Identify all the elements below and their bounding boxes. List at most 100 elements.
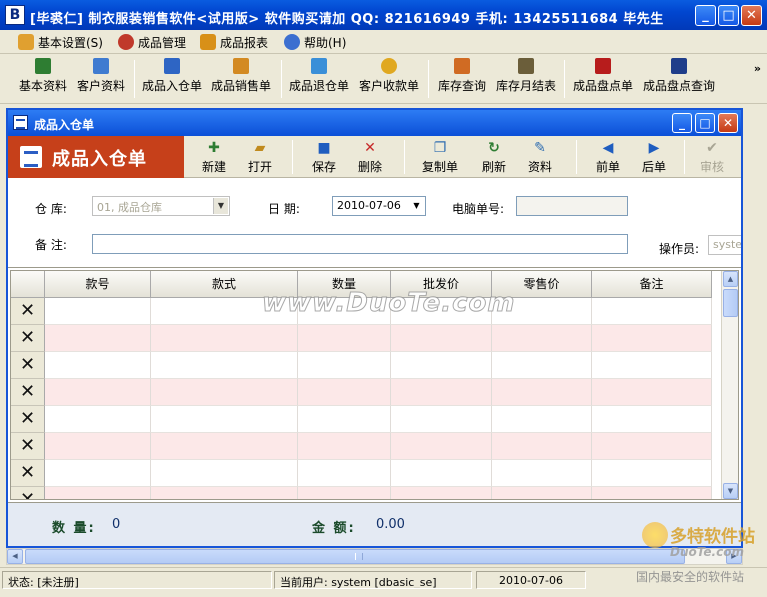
table-cell[interactable] — [592, 379, 712, 406]
window-title-bar[interactable]: B [毕裘仁] 制衣服装销售软件<试用版> 软件购买请加 QQ: 8216169… — [0, 0, 767, 30]
toolbar-inventory-count-query[interactable]: 成品盘点查询 — [640, 58, 718, 102]
table-cell[interactable] — [151, 460, 298, 487]
table-cell[interactable] — [391, 325, 492, 352]
table-cell[interactable] — [298, 352, 391, 379]
table-cell[interactable] — [592, 352, 712, 379]
delete-row-icon[interactable]: ✕ — [11, 460, 45, 487]
table-row[interactable]: ✕ — [11, 460, 712, 487]
table-cell[interactable] — [391, 298, 492, 325]
table-cell[interactable] — [391, 406, 492, 433]
table-cell[interactable] — [492, 352, 592, 379]
toolbar-product-inbound[interactable]: 成品入仓单 — [140, 58, 204, 102]
document-title-bar[interactable]: 成品入仓单 _ □ ✕ — [8, 110, 741, 136]
table-cell[interactable] — [298, 298, 391, 325]
table-cell[interactable] — [492, 433, 592, 460]
remark-input[interactable] — [92, 234, 628, 254]
table-cell[interactable] — [151, 352, 298, 379]
table-row[interactable]: ✕ — [11, 298, 712, 325]
scroll-thumb[interactable] — [723, 289, 738, 317]
table-cell[interactable] — [391, 487, 492, 499]
chevron-down-icon[interactable]: ▼ — [409, 198, 424, 214]
table-cell[interactable] — [391, 460, 492, 487]
table-cell[interactable] — [45, 487, 151, 499]
approve-button[interactable]: ✔ 审核 — [692, 139, 732, 175]
data-button[interactable]: ✎ 资料 — [520, 139, 560, 175]
table-cell[interactable] — [45, 460, 151, 487]
table-cell[interactable] — [45, 406, 151, 433]
delete-row-icon[interactable]: ✕ — [11, 352, 45, 379]
horizontal-scroll-thumb[interactable] — [25, 549, 685, 564]
table-row[interactable]: ✕ — [11, 352, 712, 379]
table-cell[interactable] — [151, 487, 298, 499]
menu-help[interactable]: 帮助(H) — [284, 33, 346, 51]
table-cell[interactable] — [592, 433, 712, 460]
scroll-up-icon[interactable]: ▲ — [723, 271, 738, 287]
table-cell[interactable] — [592, 406, 712, 433]
column-header-remark[interactable]: 备注 — [592, 271, 712, 298]
delete-row-icon[interactable]: ✕ — [11, 487, 45, 499]
toolbar-customer-data[interactable]: 客户资料 — [72, 58, 130, 102]
save-button[interactable]: ■ 保存 — [304, 139, 344, 175]
table-cell[interactable] — [45, 298, 151, 325]
delete-row-icon[interactable]: ✕ — [11, 298, 45, 325]
date-picker[interactable]: 2010-07-06 ▼ — [332, 196, 426, 216]
column-header-retail-price[interactable]: 零售价 — [492, 271, 592, 298]
table-row[interactable]: ✕ — [11, 406, 712, 433]
column-header-style[interactable]: 款式 — [151, 271, 298, 298]
delete-button[interactable]: ✕ 删除 — [350, 139, 390, 175]
table-cell[interactable] — [298, 460, 391, 487]
table-cell[interactable] — [492, 487, 592, 499]
horizontal-scrollbar[interactable]: ◀ ▶ — [6, 548, 743, 565]
delete-row-icon[interactable]: ✕ — [11, 379, 45, 406]
doc-minimize-button[interactable]: _ — [672, 113, 692, 133]
table-cell[interactable] — [492, 379, 592, 406]
table-row[interactable]: ✕ — [11, 433, 712, 460]
scroll-down-icon[interactable]: ▼ — [723, 483, 738, 499]
toolbar-inventory-count[interactable]: 成品盘点单 — [570, 58, 636, 102]
table-cell[interactable] — [151, 406, 298, 433]
new-button[interactable]: ✚ 新建 — [194, 139, 234, 175]
table-cell[interactable] — [45, 325, 151, 352]
toolbar-stock-query[interactable]: 库存查询 — [434, 58, 490, 102]
table-cell[interactable] — [151, 433, 298, 460]
delete-row-icon[interactable]: ✕ — [11, 325, 45, 352]
table-cell[interactable] — [298, 433, 391, 460]
delete-row-icon[interactable]: ✕ — [11, 433, 45, 460]
toolbar-customer-receipt[interactable]: 客户收款单 — [356, 58, 422, 102]
table-cell[interactable] — [391, 379, 492, 406]
table-cell[interactable] — [391, 352, 492, 379]
table-cell[interactable] — [492, 460, 592, 487]
doc-number-field[interactable] — [516, 196, 628, 216]
minimize-button[interactable]: _ — [695, 5, 716, 26]
chevron-down-icon[interactable]: ▼ — [213, 198, 228, 214]
toolbar-product-return[interactable]: 成品退仓单 — [286, 58, 352, 102]
refresh-button[interactable]: ↻ 刷新 — [474, 139, 514, 175]
table-cell[interactable] — [492, 298, 592, 325]
table-cell[interactable] — [298, 325, 391, 352]
scroll-right-icon[interactable]: ▶ — [726, 549, 742, 564]
menu-product-reports[interactable]: 成品报表 — [200, 33, 268, 51]
table-cell[interactable] — [391, 433, 492, 460]
table-cell[interactable] — [592, 460, 712, 487]
table-row[interactable]: ✕ — [11, 325, 712, 352]
column-header-style-no[interactable]: 款号 — [45, 271, 151, 298]
toolbar-overflow-button[interactable]: » — [754, 62, 761, 75]
grid-vertical-scrollbar[interactable]: ▲ ▼ — [721, 271, 738, 499]
table-row[interactable]: ✕ — [11, 487, 712, 499]
table-cell[interactable] — [151, 298, 298, 325]
table-cell[interactable] — [298, 406, 391, 433]
table-cell[interactable] — [592, 298, 712, 325]
table-cell[interactable] — [151, 325, 298, 352]
open-button[interactable]: ▰ 打开 — [240, 139, 280, 175]
table-cell[interactable] — [45, 433, 151, 460]
column-header-quantity[interactable]: 数量 — [298, 271, 391, 298]
menu-product-management[interactable]: 成品管理 — [118, 33, 186, 51]
column-header-wholesale-price[interactable]: 批发价 — [391, 271, 492, 298]
menu-basic-settings[interactable]: 基本设置(S) — [18, 33, 103, 51]
delete-row-icon[interactable]: ✕ — [11, 406, 45, 433]
toolbar-product-sales[interactable]: 成品销售单 — [208, 58, 274, 102]
table-cell[interactable] — [45, 379, 151, 406]
close-button[interactable]: ✕ — [741, 5, 762, 26]
warehouse-select[interactable]: 01, 成品仓库 ▼ — [92, 196, 230, 216]
previous-document-button[interactable]: ◀ 前单 — [588, 139, 628, 175]
